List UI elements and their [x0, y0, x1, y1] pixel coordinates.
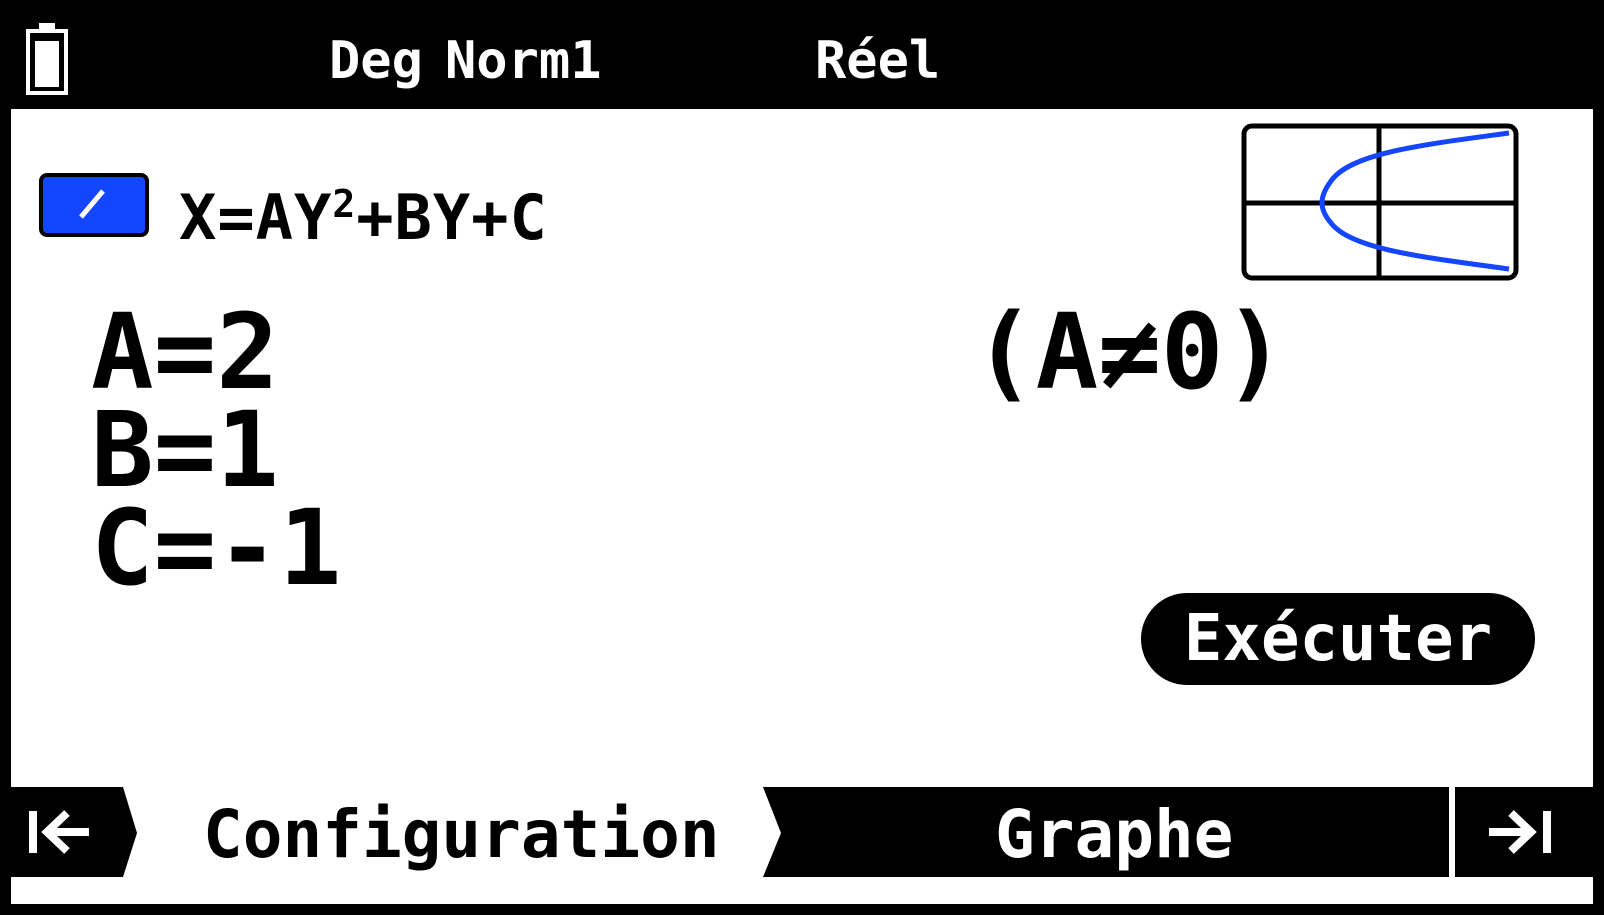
tab-graph[interactable]: Graphe [995, 793, 1233, 877]
display-mode-indicator: Norm1 [445, 31, 602, 91]
tab-configuration[interactable]: Configuration [203, 793, 720, 877]
constraint-note: (A≠0) [973, 291, 1287, 413]
prev-tab-button[interactable] [11, 787, 137, 877]
param-c[interactable]: C=-1 [91, 493, 341, 603]
line-style-icon [79, 189, 105, 219]
graph-preview-icon [1241, 123, 1519, 281]
execute-button[interactable]: Exécuter [1141, 593, 1535, 685]
graph-color-toggle[interactable] [39, 173, 149, 237]
status-bar: Deg Norm1 Réel [11, 11, 1593, 109]
arrow-right-bar-icon [1489, 810, 1551, 854]
next-tab-button[interactable] [1455, 787, 1593, 877]
angle-mode-indicator: Deg [329, 31, 423, 91]
equation-rhs: +BY+C [356, 181, 548, 254]
function-tab-bar: Configuration Graphe [11, 787, 1593, 883]
arrow-left-bar-icon [29, 810, 89, 854]
battery-icon [26, 23, 68, 95]
equation-template: X=AY2+BY+C [179, 169, 548, 253]
equation-lhs: X=AY [179, 181, 333, 254]
complex-mode-indicator: Réel [815, 31, 941, 91]
equation-exponent: 2 [332, 182, 357, 226]
calculator-screen: Deg Norm1 Réel X=AY2+BY+C A=2 B=1 C=-1 (… [8, 8, 1596, 907]
